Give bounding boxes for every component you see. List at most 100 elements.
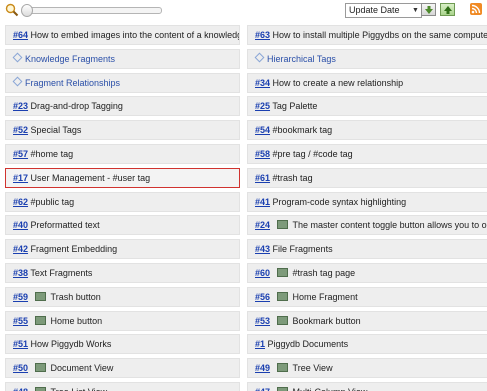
fragment-list-item[interactable]: #60 #trash tag page (247, 262, 487, 283)
fragment-id-link[interactable]: #60 (255, 268, 270, 278)
fragment-list-item[interactable]: #59 Trash button (5, 286, 240, 307)
fragment-id-link[interactable]: #48 (13, 387, 28, 391)
fragment-id-link[interactable]: #54 (255, 125, 270, 135)
fragment-id-link[interactable]: #1 (255, 339, 265, 349)
fragment-list-item[interactable]: #17 User Management - #user tag (5, 167, 240, 188)
fragment-id-link[interactable]: #25 (255, 101, 270, 111)
fragment-title: #bookmark tag (272, 125, 333, 136)
fragment-id-link[interactable]: #58 (255, 149, 270, 159)
fragment-list-item[interactable]: #54 #bookmark tag (247, 120, 487, 141)
fragment-id-link[interactable]: #43 (255, 244, 270, 254)
fragment-list-item[interactable]: #34 How to create a new relationship (247, 72, 487, 93)
tag-icon (254, 52, 265, 63)
fragment-title: #home tag (30, 148, 74, 159)
fragment-title: Special Tags (30, 125, 82, 136)
fragment-list-item[interactable]: #25 Tag Palette (247, 96, 487, 117)
fragment-id-link[interactable]: #56 (255, 292, 270, 302)
image-thumbnail-icon (276, 220, 288, 230)
fragment-id-link[interactable]: #62 (13, 197, 28, 207)
fragment-id-link[interactable]: #55 (13, 316, 28, 326)
fragment-list-item[interactable]: #49 Tree View (247, 358, 487, 379)
fragment-id-link[interactable]: #24 (255, 220, 270, 230)
fragment-id-link[interactable]: #49 (255, 363, 270, 373)
fragment-list-item[interactable]: #50 Document View (5, 358, 240, 379)
fragment-title: Tag Palette (272, 101, 318, 112)
image-thumbnail-icon (276, 363, 288, 373)
tag-list-item[interactable]: Hierarchical Tags (247, 48, 487, 69)
sort-select[interactable]: Update Date ▼ (345, 3, 422, 18)
toolbar: Update Date ▼ (0, 0, 487, 22)
tag-icon (12, 76, 23, 87)
fragment-title: How Piggydb Works (30, 339, 112, 350)
fragment-title: Home button (50, 315, 103, 326)
fragment-list-item[interactable]: #64 How to embed images into the content… (5, 25, 240, 45)
fragment-list-item[interactable]: #51 How Piggydb Works (5, 334, 240, 355)
fragment-title: #trash tag page (292, 267, 356, 278)
fragment-id-link[interactable]: #17 (13, 173, 28, 183)
fragment-list-item[interactable]: #58 #pre tag / #code tag (247, 143, 487, 164)
fragment-id-link[interactable]: #59 (13, 292, 28, 302)
right-column: #63 How to install multiple Piggydbs on … (247, 25, 487, 391)
fragment-id-link[interactable]: #41 (255, 197, 270, 207)
fragment-title: #public tag (30, 196, 75, 207)
fragment-list-item[interactable]: #24 The master content toggle button all… (247, 215, 487, 236)
fragment-list-item[interactable]: #41 Program-code syntax highlighting (247, 191, 487, 212)
tag-title[interactable]: Hierarchical Tags (267, 54, 336, 64)
fragment-list-item[interactable]: #62 #public tag (5, 191, 240, 212)
fragment-list-item[interactable]: #56 Home Fragment (247, 286, 487, 307)
fragment-list-item[interactable]: #55 Home button (5, 310, 240, 331)
fragment-list-item[interactable]: #48 Tree List View (5, 381, 240, 391)
fragment-id-link[interactable]: #63 (255, 30, 270, 40)
image-thumbnail-icon (34, 291, 46, 301)
sort-ascending-button[interactable] (440, 3, 455, 16)
fragment-title: The master content toggle button allows … (292, 220, 487, 231)
fragment-list-item[interactable]: #52 Special Tags (5, 120, 240, 141)
tag-title[interactable]: Fragment Relationships (25, 78, 120, 88)
fragment-id-link[interactable]: #40 (13, 220, 28, 230)
tag-icon (12, 52, 23, 63)
tag-list-item[interactable]: Knowledge Fragments (5, 48, 240, 69)
fragment-list-item[interactable]: #53 Bookmark button (247, 310, 487, 331)
fragment-id-link[interactable]: #47 (255, 387, 270, 391)
left-column: #64 How to embed images into the content… (5, 25, 240, 391)
image-thumbnail-icon (276, 315, 288, 325)
fragment-id-link[interactable]: #50 (13, 363, 28, 373)
fragment-list-item[interactable]: #57 #home tag (5, 143, 240, 164)
fragment-list-item[interactable]: #38 Text Fragments (5, 262, 240, 283)
fragment-list-item[interactable]: #61 #trash tag (247, 167, 487, 188)
fragment-title: Text Fragments (30, 267, 93, 278)
fragment-list-item[interactable]: #42 Fragment Embedding (5, 239, 240, 260)
sort-select-value: Update Date (349, 5, 400, 15)
rss-feed-icon[interactable] (470, 3, 482, 15)
zoom-slider[interactable] (21, 4, 162, 17)
fragment-list-item[interactable]: #43 File Fragments (247, 239, 487, 260)
fragment-id-link[interactable]: #61 (255, 173, 270, 183)
fragment-list-item[interactable]: #23 Drag-and-drop Tagging (5, 96, 240, 117)
fragment-list-item[interactable]: #47 Multi-Column View (247, 381, 487, 391)
fragment-id-link[interactable]: #53 (255, 316, 270, 326)
fragment-title: Tree View (292, 363, 333, 374)
fragment-title: Preformatted text (30, 220, 100, 231)
sort-descending-button[interactable] (421, 3, 436, 16)
image-thumbnail-icon (34, 315, 46, 325)
fragment-title: How to install multiple Piggydbs on the … (272, 30, 487, 40)
fragment-list-item[interactable]: #63 How to install multiple Piggydbs on … (247, 25, 487, 45)
fragment-id-link[interactable]: #38 (13, 268, 28, 278)
zoom-slider-handle[interactable] (21, 4, 33, 17)
fragment-title: #trash tag (272, 172, 313, 183)
fragment-id-link[interactable]: #64 (13, 30, 28, 40)
fragment-title: Home Fragment (292, 291, 358, 302)
fragment-id-link[interactable]: #23 (13, 101, 28, 111)
magnifier-icon (5, 3, 19, 17)
fragment-id-link[interactable]: #42 (13, 244, 28, 254)
fragment-list-item[interactable]: #1 Piggydb Documents (247, 334, 487, 355)
fragment-title: Bookmark button (292, 315, 361, 326)
fragment-id-link[interactable]: #34 (255, 78, 270, 88)
fragment-id-link[interactable]: #57 (13, 149, 28, 159)
fragment-id-link[interactable]: #51 (13, 339, 28, 349)
tag-title[interactable]: Knowledge Fragments (25, 54, 115, 64)
tag-list-item[interactable]: Fragment Relationships (5, 72, 240, 93)
fragment-id-link[interactable]: #52 (13, 125, 28, 135)
image-thumbnail-icon (34, 386, 46, 391)
fragment-list-item[interactable]: #40 Preformatted text (5, 215, 240, 236)
